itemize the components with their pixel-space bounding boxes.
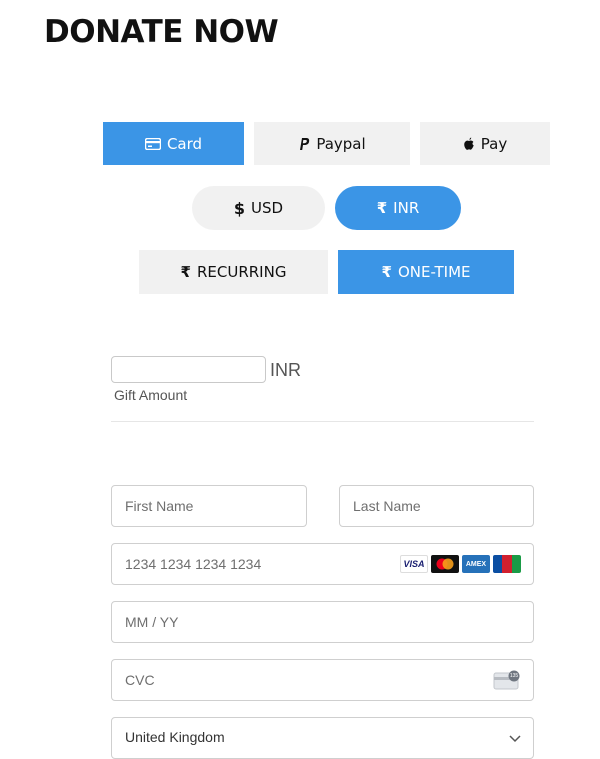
apple-pay-tab[interactable]: Pay [420,122,550,165]
page-title: DONATE NOW [44,14,279,50]
apple-icon [463,137,475,151]
expiry-placeholder: MM / YY [125,614,179,630]
first-name-placeholder: First Name [125,498,194,514]
country-select[interactable]: United Kingdom [111,717,534,759]
rupee-icon: ₹ [381,263,392,281]
last-name-field[interactable]: Last Name [339,485,534,527]
paypal-tab[interactable]: Paypal [254,122,410,165]
dollar-icon: $ [233,198,246,218]
amount-currency-label: INR [270,360,301,380]
jcb-icon [493,555,521,573]
card-number-field[interactable]: 1234 1234 1234 1234 VISA AMEX [111,543,534,585]
cvc-field[interactable]: CVC 135 [111,659,534,701]
cvc-card-icon: 135 [493,670,521,690]
chevron-down-icon [509,730,521,746]
cvc-badge-text: 135 [509,673,519,679]
currency-usd-label: USD [251,199,284,217]
one-time-tab[interactable]: ₹ ONE-TIME [338,250,514,294]
cvc-placeholder: CVC [125,672,155,688]
gift-amount-input[interactable] [111,356,266,383]
rupee-icon: ₹ [180,263,191,281]
card-tab[interactable]: Card [103,122,244,165]
credit-card-icon [144,137,161,150]
first-name-field[interactable]: First Name [111,485,307,527]
card-tab-label: Card [166,134,203,153]
card-number-placeholder: 1234 1234 1234 1234 [125,556,262,572]
paypal-tab-label: Paypal [316,134,366,153]
last-name-placeholder: Last Name [353,498,421,514]
rupee-icon: ₹ [376,199,388,217]
mastercard-icon [431,555,459,573]
currency-inr-button[interactable]: ₹ INR [335,186,461,230]
divider [111,421,534,422]
gift-amount-label: Gift Amount [114,387,188,403]
expiry-field[interactable]: MM / YY [111,601,534,643]
amex-icon: AMEX [462,555,490,573]
card-brand-logos: VISA AMEX [400,555,521,573]
recurring-tab-label: RECURRING [196,263,287,281]
one-time-tab-label: ONE-TIME [397,263,471,281]
visa-logo-text: VISA [403,559,425,569]
apple-pay-tab-label: Pay [480,134,508,153]
recurring-tab[interactable]: ₹ RECURRING [139,250,328,294]
paypal-icon [298,137,310,151]
currency-inr-label: INR [393,199,420,217]
currency-usd-button[interactable]: $ USD [192,186,325,230]
visa-icon: VISA [400,555,428,573]
amex-logo-text: AMEX [465,560,487,568]
country-value: United Kingdom [125,729,225,745]
